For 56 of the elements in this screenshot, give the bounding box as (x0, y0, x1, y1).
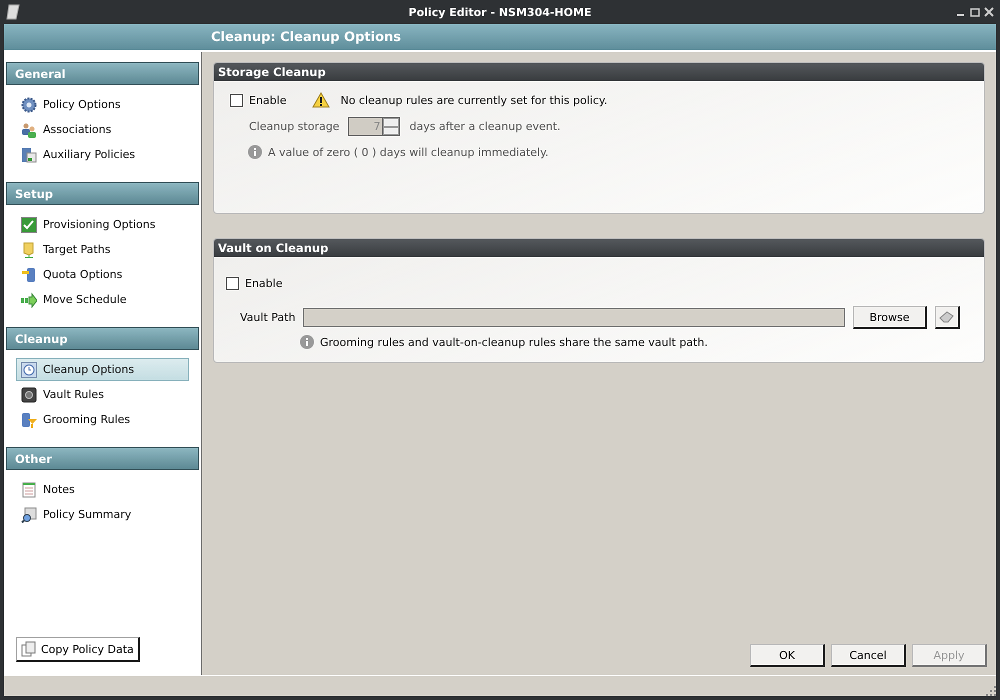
sidebar-item[interactable]: Associations (16, 118, 189, 141)
arrow-icon (21, 292, 37, 308)
info-message: A value of zero ( 0 ) days will cleanup immediately. (268, 146, 549, 158)
sidebar-item[interactable]: Target Paths (16, 238, 189, 261)
warning-message: No cleanup rules are currently set for this policy. (340, 94, 608, 106)
people-icon (21, 122, 37, 138)
sidebar-item[interactable]: Auxiliary Policies (16, 143, 189, 166)
page-title: Cleanup: Cleanup Options (211, 30, 402, 44)
scroll-icon (6, 4, 20, 20)
sidebar-item[interactable]: Provisioning Options (16, 213, 189, 236)
enable-checkbox[interactable] (226, 277, 239, 290)
dialog-button[interactable]: Cancel (831, 644, 906, 667)
enable-label: Enable (249, 94, 286, 106)
info-icon (248, 145, 262, 159)
info-message: Grooming rules and vault-on-cleanup rules share the same vault path. (320, 336, 708, 348)
vault-path-field[interactable] (303, 308, 845, 327)
section-header: Cleanup (6, 327, 199, 350)
report-search-icon (21, 506, 37, 522)
sidebar-item[interactable]: Notes (16, 478, 189, 501)
resize-grip-icon[interactable] (986, 686, 996, 696)
warning-icon (312, 92, 330, 108)
window-title: Policy Editor - NSM304-HOME (408, 6, 592, 18)
clear-button[interactable] (935, 306, 960, 329)
maximize-icon[interactable] (970, 7, 980, 17)
info-icon (300, 335, 314, 349)
section-header: Setup (6, 182, 199, 205)
sidebar-item[interactable]: Grooming Rules (16, 408, 189, 431)
filter-icon (21, 412, 37, 428)
days-suffix: days after a cleanup event. (409, 120, 561, 133)
clock-icon (21, 362, 37, 378)
document-stack-icon (21, 146, 37, 162)
copy-policy-data-button[interactable]: Copy Policy Data (16, 637, 140, 662)
close-icon[interactable] (984, 7, 994, 17)
sidebar-item[interactable]: Move Schedule (16, 288, 189, 311)
gear-icon (21, 96, 37, 112)
notepad-icon (21, 482, 37, 498)
cleanup-storage-label: Cleanup storage (249, 120, 340, 133)
section-header: Other (6, 447, 199, 470)
sidebar-item[interactable]: Policy Options (16, 93, 189, 116)
sidebar-item[interactable]: Vault Rules (16, 383, 189, 406)
sidebar-item[interactable]: Quota Options (16, 263, 189, 286)
section-header: General (6, 62, 199, 85)
panel-title: Storage Cleanup (214, 63, 984, 81)
sidebar-item[interactable]: Policy Summary (16, 503, 189, 526)
cylinder-icon (21, 266, 37, 282)
dialog-button[interactable]: OK (750, 644, 825, 667)
checkbox-icon (21, 216, 37, 232)
sidebar-item[interactable]: Cleanup Options (16, 358, 189, 381)
vault-path-label: Vault Path (239, 311, 296, 324)
browse-button[interactable]: Browse (853, 306, 927, 329)
enable-label: Enable (245, 277, 282, 290)
safe-icon (21, 386, 37, 402)
copy-icon (21, 641, 37, 657)
enable-checkbox[interactable] (230, 94, 243, 106)
panel-title: Vault on Cleanup (214, 239, 984, 257)
eraser-icon (939, 311, 955, 323)
